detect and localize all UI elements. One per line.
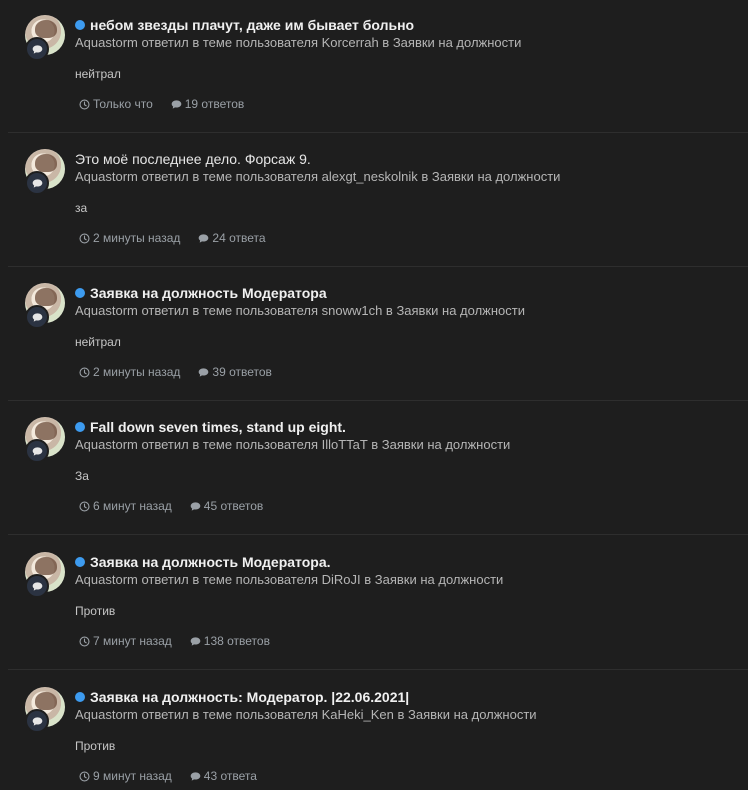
comment-icon — [32, 446, 42, 456]
time-stat: Только что — [79, 97, 153, 111]
activity-meta: Aquastorm ответил в теме пользователя Ko… — [75, 35, 522, 50]
unread-dot-icon — [75, 422, 85, 432]
time-text: 2 минуты назад — [93, 231, 181, 245]
comment-icon — [171, 99, 182, 109]
comment-badge — [25, 709, 49, 733]
replies-stat[interactable]: 19 ответов — [171, 97, 245, 111]
topic-title[interactable]: небом звезды плачут, даже им бывает боль… — [75, 16, 738, 34]
unread-dot-icon — [75, 288, 85, 298]
comment-icon — [199, 367, 209, 377]
topic-title[interactable]: Заявка на должность Модератора — [75, 284, 738, 302]
replies-stat[interactable]: 39 ответов — [198, 365, 272, 379]
replies-stat[interactable]: 138 ответов — [190, 634, 270, 648]
replies-text: 45 ответов — [203, 499, 264, 513]
comment-badge — [25, 305, 49, 329]
topic-stats: 9 минут назад 43 ответа — [79, 769, 738, 783]
comment-icon — [199, 233, 209, 243]
replies-text: 19 ответов — [184, 97, 245, 111]
comment-badge — [25, 574, 49, 598]
comment-icon — [32, 312, 42, 322]
comment-icon — [32, 581, 42, 591]
clock-icon — [79, 500, 90, 512]
unread-dot-icon — [75, 20, 85, 30]
time-stat: 7 минут назад — [79, 634, 172, 648]
comment-badge — [25, 439, 49, 463]
topic-title-text[interactable]: Заявка на должность: Модератор. |22.06.2… — [90, 688, 409, 706]
time-text: 9 минут назад — [93, 769, 172, 783]
topic-stats: 2 минуты назад 24 ответа — [79, 231, 738, 245]
replies-text: 43 ответа — [203, 769, 257, 783]
activity-item: Fall down seven times, stand up eight. A… — [8, 402, 748, 535]
comment-icon — [32, 716, 42, 726]
activity-meta: Aquastorm ответил в теме пользователя Il… — [75, 437, 511, 452]
comment-icon — [190, 636, 201, 646]
topic-title-text[interactable]: небом звезды плачут, даже им бывает боль… — [90, 16, 414, 34]
post-snippet: нейтрал — [75, 335, 121, 349]
time-text: 7 минут назад — [93, 634, 172, 648]
replies-stat[interactable]: 24 ответа — [198, 231, 266, 245]
topic-title[interactable]: Заявка на должность: Модератор. |22.06.2… — [75, 688, 738, 706]
clock-icon — [79, 98, 90, 110]
comment-icon — [32, 44, 42, 54]
activity-meta: Aquastorm ответил в теме пользователя Ka… — [75, 707, 537, 722]
comment-icon — [190, 501, 201, 511]
replies-stat[interactable]: 43 ответа — [190, 769, 257, 783]
unread-dot-icon — [75, 557, 85, 567]
topic-stats: 7 минут назад 138 ответов — [79, 634, 738, 648]
topic-stats: 2 минуты назад 39 ответов — [79, 365, 738, 379]
topic-title-text[interactable]: Заявка на должность Модератора. — [90, 553, 331, 571]
comment-badge — [25, 37, 49, 61]
activity-meta: Aquastorm ответил в теме пользователя al… — [75, 169, 561, 184]
replies-text: 138 ответов — [203, 634, 270, 648]
clock-icon — [79, 770, 90, 782]
topic-title-text[interactable]: Заявка на должность Модератора — [90, 284, 327, 302]
time-text: Только что — [93, 97, 153, 111]
post-snippet: Против — [75, 604, 116, 618]
topic-title-text[interactable]: Fall down seven times, stand up eight. — [90, 418, 346, 436]
comment-badge — [25, 171, 49, 195]
activity-item: Заявка на должность Модератора Aquastorm… — [8, 268, 748, 401]
topic-title[interactable]: Заявка на должность Модератора. — [75, 553, 738, 571]
clock-icon — [79, 635, 90, 647]
replies-stat[interactable]: 45 ответов — [190, 499, 264, 513]
topic-stats: 6 минут назад 45 ответов — [79, 499, 738, 513]
replies-text: 24 ответа — [212, 231, 266, 245]
activity-item: Это моё последнее дело. Форсаж 9. Aquast… — [8, 134, 748, 267]
unread-dot-icon — [75, 692, 85, 702]
activity-feed: небом звезды плачут, даже им бывает боль… — [0, 0, 748, 790]
topic-stats: Только что 19 ответов — [79, 97, 738, 111]
comment-icon — [32, 178, 42, 188]
post-snippet: за — [75, 201, 88, 215]
clock-icon — [79, 232, 90, 244]
topic-title[interactable]: Это моё последнее дело. Форсаж 9. — [75, 150, 738, 168]
activity-item: Заявка на должность: Модератор. |22.06.2… — [8, 672, 748, 790]
clock-icon — [79, 366, 90, 378]
topic-title-text[interactable]: Это моё последнее дело. Форсаж 9. — [75, 150, 311, 168]
time-stat: 2 минуты назад — [79, 231, 180, 245]
time-stat: 9 минут назад — [79, 769, 172, 783]
post-snippet: Против — [75, 739, 116, 753]
activity-meta: Aquastorm ответил в теме пользователя sn… — [75, 303, 525, 318]
replies-text: 39 ответов — [212, 365, 272, 379]
time-stat: 6 минут назад — [79, 499, 172, 513]
time-text: 2 минуты назад — [93, 365, 181, 379]
topic-title[interactable]: Fall down seven times, stand up eight. — [75, 418, 738, 436]
activity-item: небом звезды плачут, даже им бывает боль… — [8, 0, 748, 133]
post-snippet: За — [75, 469, 89, 483]
time-text: 6 минут назад — [93, 499, 172, 513]
activity-item: Заявка на должность Модератора. Aquastor… — [8, 537, 748, 670]
post-snippet: нейтрал — [75, 67, 121, 81]
time-stat: 2 минуты назад — [79, 365, 180, 379]
comment-icon — [190, 771, 201, 781]
activity-meta: Aquastorm ответил в теме пользователя Di… — [75, 572, 504, 587]
